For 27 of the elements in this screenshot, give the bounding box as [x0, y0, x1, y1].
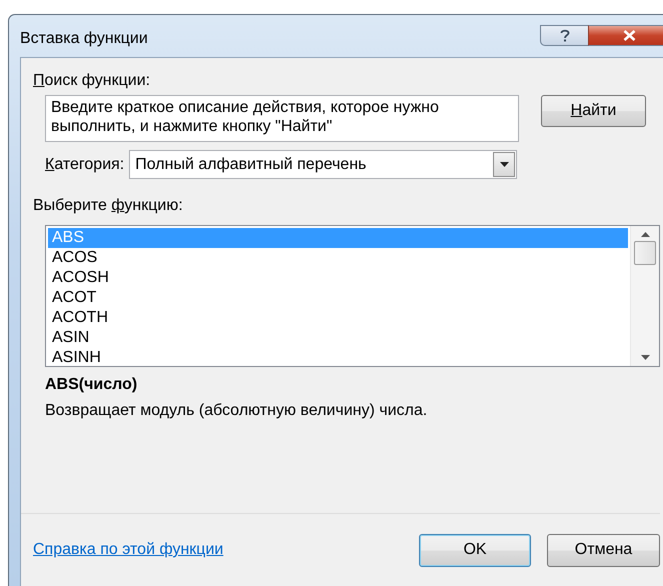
close-icon	[622, 30, 636, 41]
help-icon	[560, 29, 570, 42]
function-description: Возвращает модуль (абсолютную величину) числа.	[45, 402, 428, 420]
function-syntax: ABS(число)	[45, 376, 138, 394]
function-item[interactable]: ACOS	[48, 248, 628, 268]
cancel-button[interactable]: Отмена	[547, 534, 660, 566]
find-button[interactable]: Найти	[541, 95, 646, 127]
ok-button[interactable]: OK	[419, 534, 531, 566]
function-item[interactable]: ACOSH	[48, 268, 628, 288]
scroll-down-icon[interactable]	[640, 355, 650, 360]
help-button[interactable]	[540, 25, 588, 46]
scrollbar[interactable]	[630, 226, 659, 366]
category-dropdown[interactable]: Полный алфавитный перечень	[129, 150, 518, 179]
function-item[interactable]: ACOTH	[48, 308, 628, 328]
function-item[interactable]: ASINH	[48, 348, 628, 368]
category-label: Категория:	[45, 156, 124, 174]
function-item[interactable]: ASIN	[48, 328, 628, 348]
function-item[interactable]: ACOT	[48, 288, 628, 308]
close-button[interactable]	[588, 25, 663, 46]
dropdown-icon	[500, 162, 509, 167]
scroll-up-icon[interactable]	[640, 232, 650, 237]
help-link[interactable]: Справка по этой функции	[33, 541, 224, 559]
search-label: Поиск функции:	[33, 72, 152, 90]
function-list-label: Выберите функцию:	[33, 197, 184, 215]
scroll-thumb[interactable]	[634, 241, 656, 265]
search-field[interactable]: Введите краткое описание действия, которое нужно выполнить, и нажмите кнопку "Найти"	[45, 95, 519, 142]
window-title: Вставка функции	[20, 30, 148, 48]
